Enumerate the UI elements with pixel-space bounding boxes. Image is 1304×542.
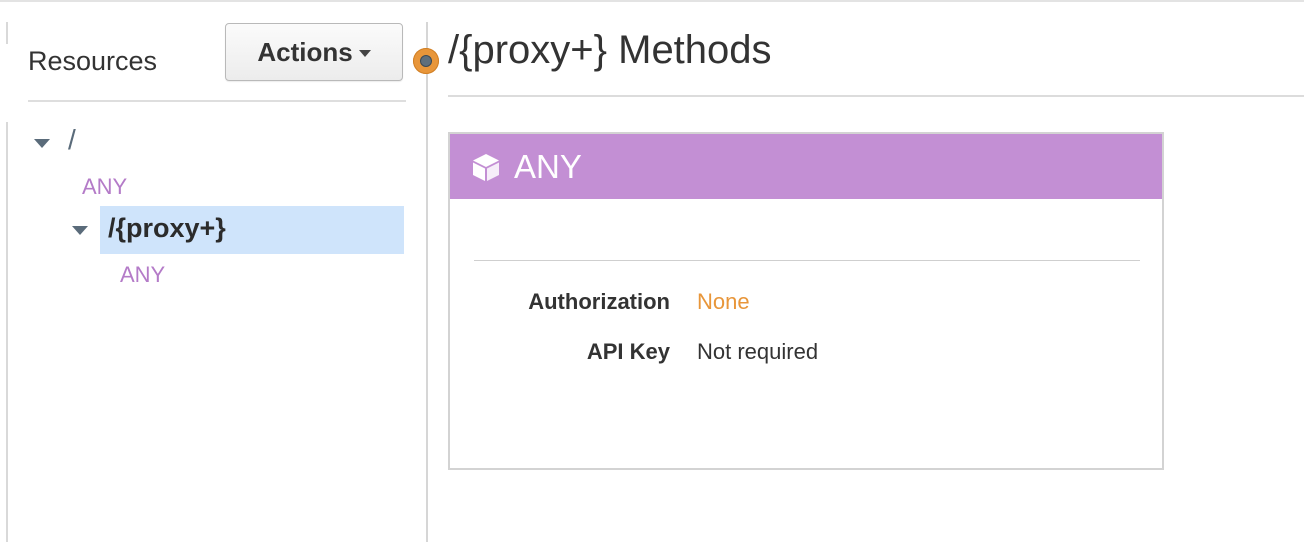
authorization-label: Authorization bbox=[528, 289, 670, 314]
tree-method-any-proxy[interactable]: ANY bbox=[120, 262, 165, 288]
authorization-value[interactable]: None bbox=[697, 289, 750, 315]
tree-resource-root[interactable]: / bbox=[68, 124, 76, 156]
actions-dropdown-button[interactable]: Actions bbox=[225, 23, 403, 81]
tree-resource-proxy[interactable]: /{proxy+} bbox=[108, 213, 226, 244]
api-gateway-resources-view: Resources Actions / ANY /{proxy+} ANY /{… bbox=[0, 0, 1304, 542]
title-divider bbox=[448, 95, 1304, 97]
method-card-header[interactable]: ANY bbox=[450, 134, 1162, 199]
api-key-value: Not required bbox=[697, 339, 819, 364]
method-name: ANY bbox=[514, 147, 582, 185]
expand-caret-icon[interactable] bbox=[72, 226, 88, 235]
top-divider bbox=[0, 0, 1304, 2]
card-divider bbox=[474, 260, 1140, 261]
drag-handle-icon bbox=[420, 55, 432, 67]
tree-method-any-root[interactable]: ANY bbox=[82, 174, 127, 200]
caret-down-icon bbox=[358, 50, 371, 57]
method-card: ANY Authorization None API Key Not requi… bbox=[448, 132, 1164, 470]
cube-icon bbox=[473, 153, 499, 181]
left-edge-line bbox=[6, 122, 8, 542]
expand-caret-icon[interactable] bbox=[34, 139, 50, 148]
splitter-handle[interactable] bbox=[413, 48, 439, 74]
api-key-label: API Key bbox=[586, 339, 670, 364]
resources-divider bbox=[28, 100, 406, 102]
actions-button-label: Actions bbox=[257, 36, 353, 67]
left-edge-line bbox=[6, 22, 8, 44]
panel-splitter[interactable] bbox=[426, 22, 428, 542]
page-title: /{proxy+} Methods bbox=[448, 28, 772, 72]
resources-title: Resources bbox=[28, 46, 158, 76]
